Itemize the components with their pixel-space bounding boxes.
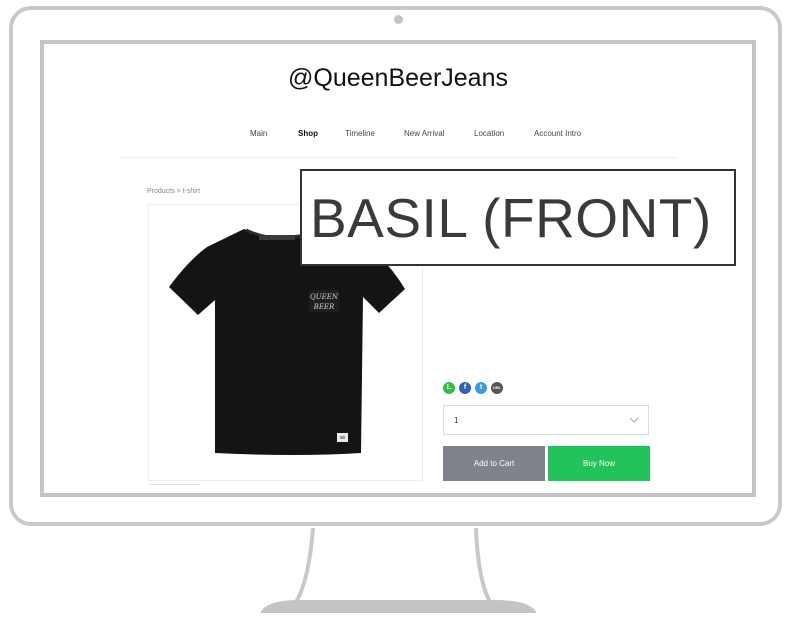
nav-item-location[interactable]: Location (474, 129, 504, 138)
site-title[interactable]: @QueenBeerJeans (44, 64, 752, 93)
twitter-share-icon[interactable]: t (475, 382, 487, 394)
line-share-icon[interactable]: L (443, 382, 455, 394)
svg-text:BEER: BEER (313, 303, 335, 311)
product-name: BASIL (FRONT) (310, 187, 712, 249)
nav-item-main[interactable]: Main (250, 129, 267, 138)
nav-divider (121, 157, 677, 158)
nav-item-account-intro[interactable]: Account Intro (534, 129, 581, 138)
quantity-select[interactable]: 1 (443, 405, 649, 435)
image-thumb-indicator (148, 484, 200, 485)
breadcrumb[interactable]: Products > t-shirt (147, 188, 200, 195)
svg-text:QUEEN: QUEEN (310, 293, 339, 301)
chevron-down-icon (629, 417, 639, 423)
add-to-cart-button[interactable]: Add to Cart (443, 446, 545, 481)
product-name-zoom-callout: BASIL (FRONT) (300, 169, 736, 266)
monitor-screen: @QueenBeerJeans Main Shop Timeline New A… (40, 40, 756, 497)
tshirt-logo: QUEEN BEER (309, 290, 339, 312)
main-nav: Main Shop Timeline New Arrival Location … (44, 129, 752, 143)
quantity-value: 1 (454, 416, 459, 425)
link-share-icon[interactable]: URL (491, 382, 503, 394)
facebook-share-icon[interactable]: f (459, 382, 471, 394)
buy-now-button[interactable]: Buy Now (548, 446, 650, 481)
nav-item-timeline[interactable]: Timeline (345, 129, 375, 138)
nav-item-new-arrival[interactable]: New Arrival (404, 129, 444, 138)
nav-item-shop[interactable]: Shop (298, 129, 318, 138)
